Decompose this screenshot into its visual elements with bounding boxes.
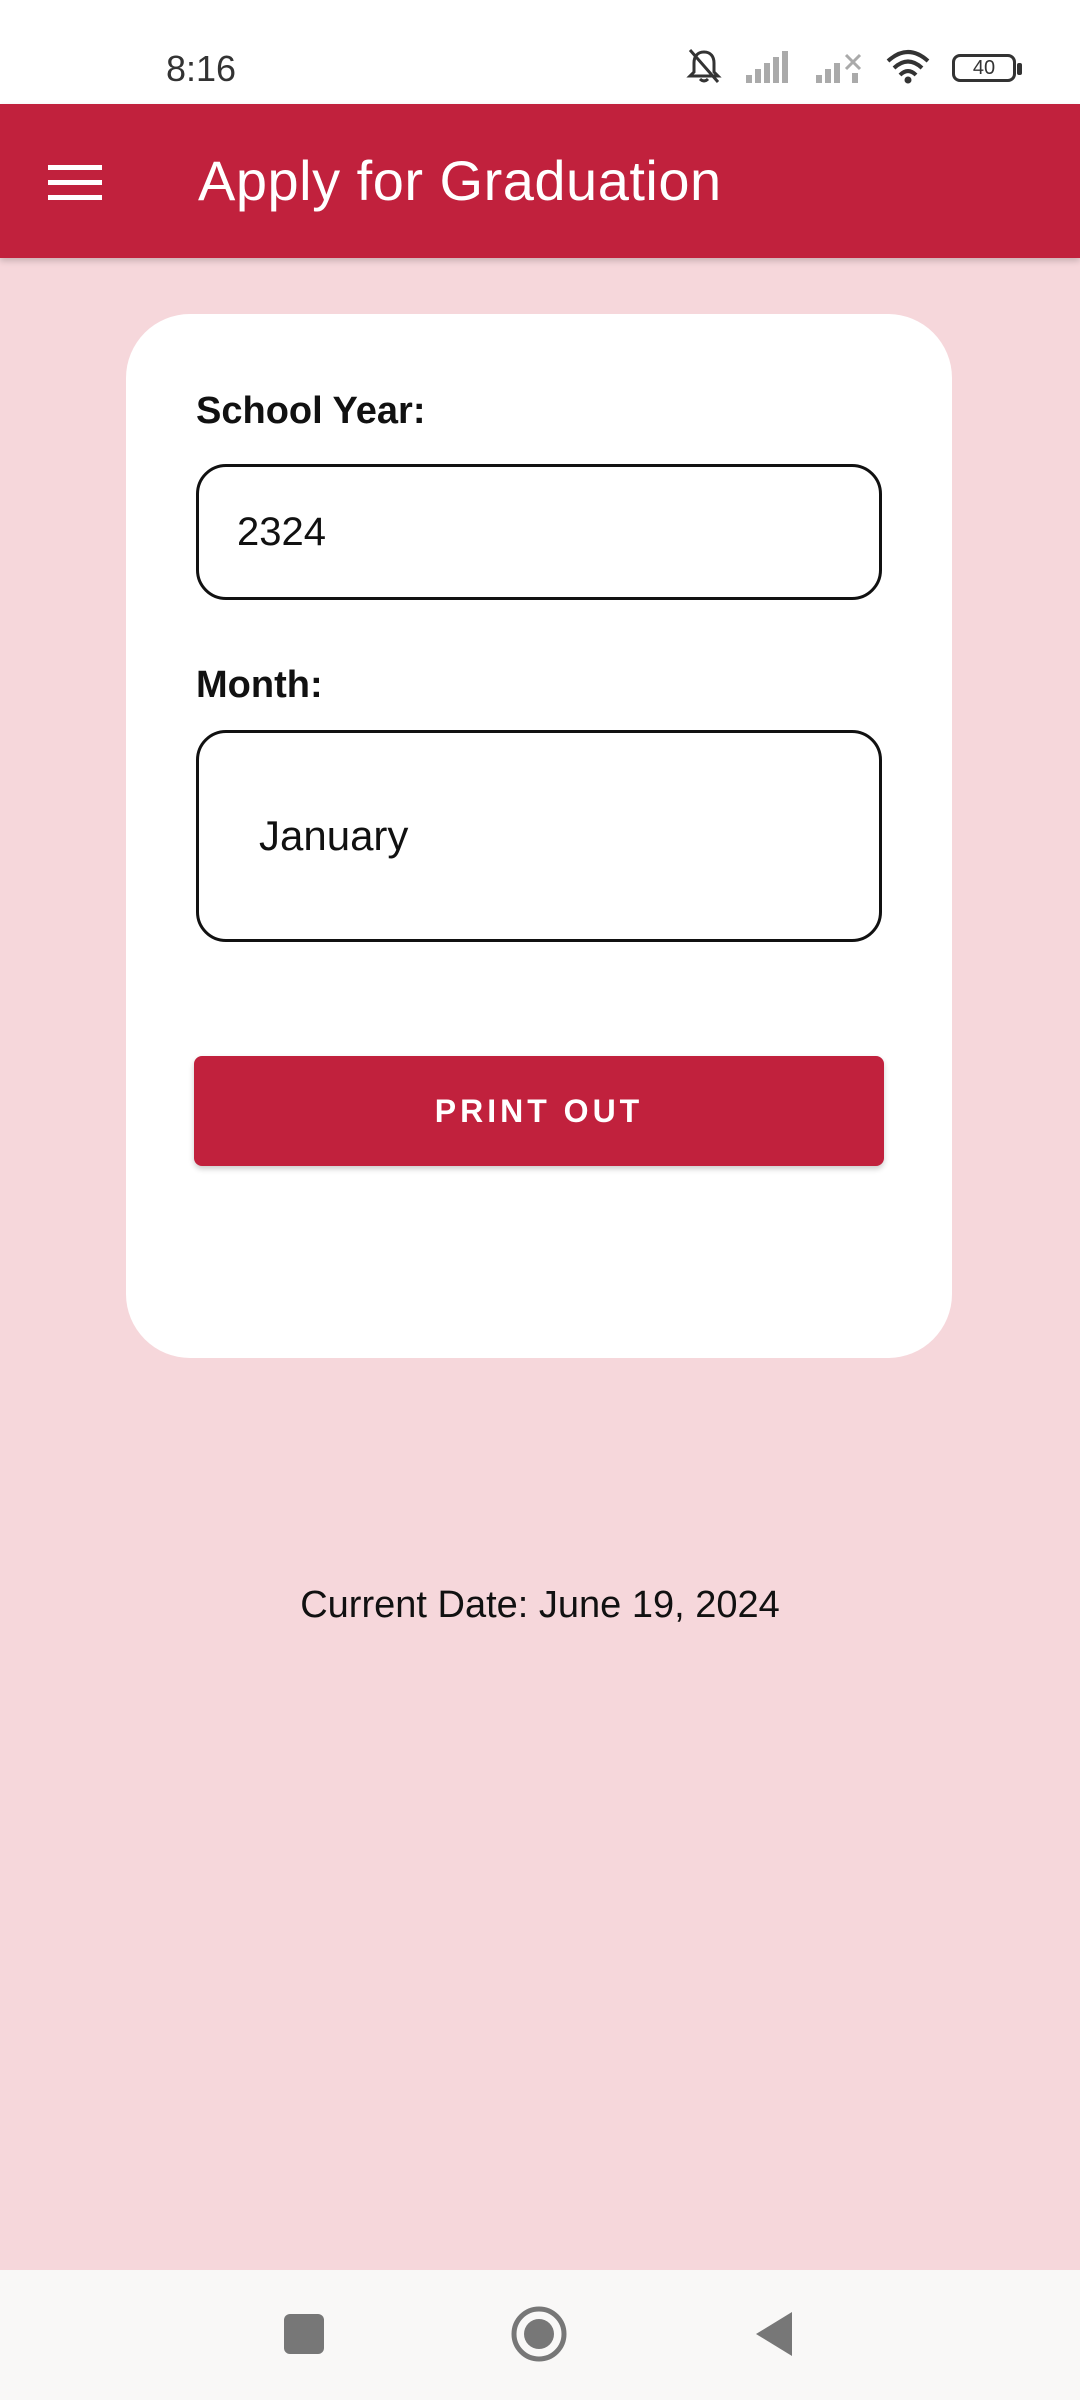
- status-icons: 40: [684, 46, 1022, 91]
- system-nav-bar: [0, 2270, 1080, 2400]
- month-select[interactable]: January: [196, 730, 882, 942]
- signal-no-service-icon: [814, 49, 864, 88]
- school-year-label: School Year:: [196, 390, 426, 432]
- battery-icon: 40: [952, 54, 1022, 82]
- signal-icon: [744, 49, 794, 88]
- status-time: 8:16: [166, 48, 237, 89]
- school-year-input[interactable]: 2324: [196, 464, 882, 600]
- month-label: Month:: [196, 664, 323, 706]
- page-title: Apply for Graduation: [198, 149, 722, 212]
- recents-square-icon[interactable]: [268, 2298, 340, 2370]
- home-circle-icon[interactable]: [503, 2298, 575, 2370]
- status-bar: 8:16 40: [0, 0, 1080, 104]
- back-triangle-icon[interactable]: [738, 2298, 810, 2370]
- school-year-value: 2324: [237, 509, 326, 554]
- wifi-icon: [884, 47, 932, 90]
- app-bar: Apply for Graduation: [0, 104, 1080, 258]
- graduation-form-card: School Year: 2324 Month: January PRINT O…: [126, 314, 952, 1358]
- print-out-button-label: PRINT OUT: [434, 1092, 644, 1129]
- current-date-text: Current Date: June 19, 2024: [300, 1584, 780, 1626]
- hamburger-menu-icon[interactable]: [40, 148, 110, 218]
- battery-level: 40: [972, 56, 996, 79]
- month-selected-value: January: [259, 812, 409, 859]
- print-out-button[interactable]: PRINT OUT: [194, 1056, 884, 1166]
- bell-off-icon: [684, 46, 724, 91]
